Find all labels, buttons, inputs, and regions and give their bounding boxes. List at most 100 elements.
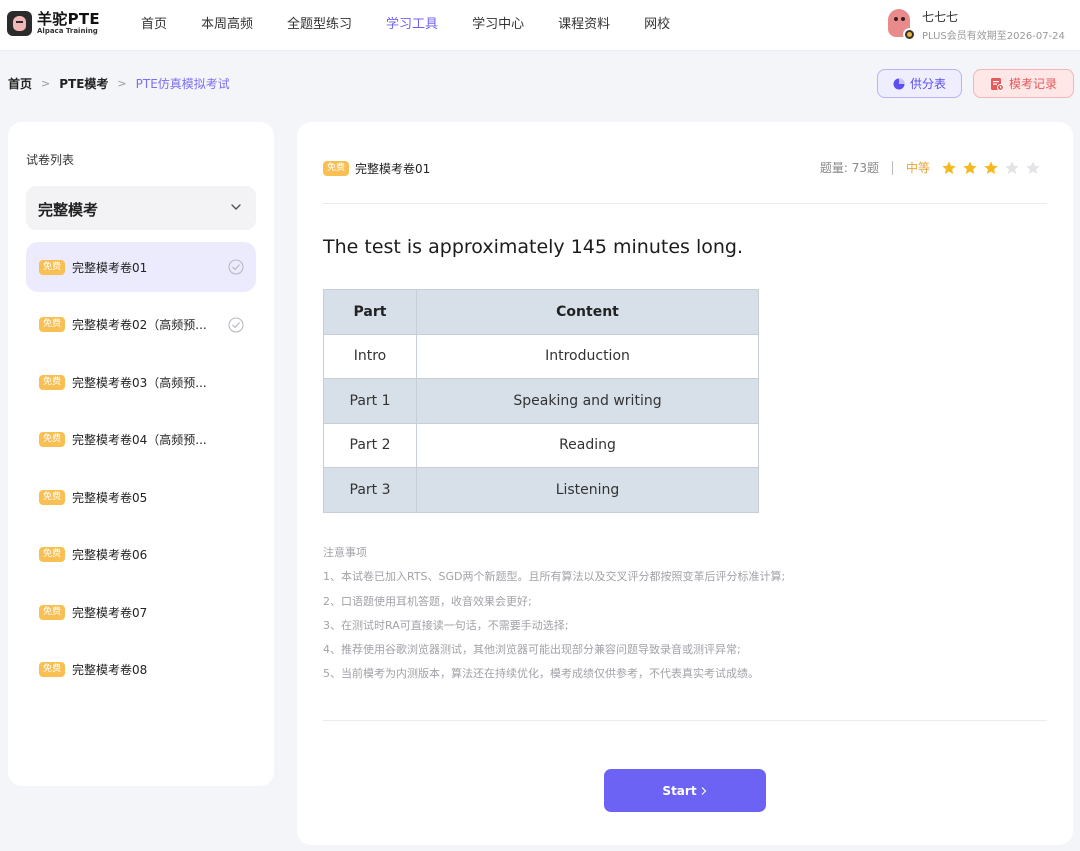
difficulty-stars — [936, 160, 1041, 176]
part-cell: Part 2 — [323, 422, 417, 468]
user-name: 七七七 — [922, 10, 959, 24]
free-tag: 免费 — [39, 259, 66, 275]
breadcrumb-separator-icon: > — [117, 77, 127, 90]
paper-meta: 题量: 73题 中等 — [820, 159, 1041, 176]
note-item: 5、当前模考为内测版本，算法还在持续优化，模考成绩仅供参考，不代表真实考试成绩。 — [323, 667, 759, 681]
score-table-button[interactable]: 供分表 — [877, 69, 962, 98]
notes: 注意事项 1、本试卷已加入RTS、SGD两个新题型。且所有算法以及交叉评分都按照… — [323, 541, 785, 687]
note-item: 3、在测试时RA可直接读一句话，不需要手动选择; — [323, 618, 569, 632]
part-cell: Part 1 — [323, 378, 417, 424]
score-table-label: 供分表 — [909, 77, 946, 91]
footer-divider — [323, 720, 1047, 721]
vip-badge-icon — [903, 28, 916, 41]
paper-list-sidebar: 试卷列表 完整模考 免费 完整模考卷01 免费 完整模考卷02（高频预... 免费 完整模… — [8, 122, 274, 786]
pie-chart-icon — [893, 78, 905, 89]
paper-list-item[interactable]: 免费 完整模考卷03（高频预... — [26, 357, 256, 407]
free-tag: 免费 — [39, 604, 66, 620]
check-circle-icon — [228, 259, 244, 275]
main-nav: 首页 本周高频 全题型练习 学习工具 学习中心 课程资料 网校 — [124, 0, 687, 51]
top-bar: 羊驼PTE Alpaca Training 首页 本周高频 全题型练习 学习工具 学习中… — [0, 0, 1080, 51]
star-empty-icon — [1025, 160, 1041, 176]
breadcrumb-separator-icon: > — [41, 77, 51, 90]
paper-list-item[interactable]: 免费 完整模考卷01 — [26, 242, 256, 292]
note-item: 4、推荐使用谷歌浏览器测试，其他浏览器可能出现部分兼容问题导致录音或测评异常; — [323, 643, 741, 657]
check-circle-icon — [228, 316, 244, 333]
table-header-row: Part Content — [323, 289, 759, 335]
nav-item-3[interactable]: 全题型练习 — [270, 0, 369, 51]
table-row: Part 2 Reading — [323, 422, 759, 468]
paper-name: 完整模考卷02（高频预... — [72, 318, 207, 332]
notes-title: 注意事项 — [323, 546, 367, 559]
free-tag: 免费 — [39, 489, 66, 505]
start-label: Start — [662, 783, 697, 798]
start-button[interactable]: Start — [604, 769, 766, 812]
table-row: Part 3 Listening — [323, 467, 759, 513]
table-header-part: Part — [323, 289, 417, 335]
part-cell: Intro — [323, 333, 417, 379]
meta-divider — [891, 160, 893, 175]
chevron-right-icon — [701, 786, 706, 795]
free-tag: 免费 — [39, 432, 66, 447]
breadcrumb: 首页 > PTE模考 > PTE仿真模拟考试 — [8, 75, 230, 92]
question-count: 题量: 73题 — [819, 161, 879, 175]
difficulty-level: 中等 — [905, 161, 930, 175]
paper-list-item[interactable]: 免费 完整模考卷05 — [26, 472, 256, 522]
breadcrumb-home[interactable]: 首页 — [8, 75, 32, 92]
part-cell: Part 3 — [323, 467, 417, 513]
nav-item-4[interactable]: 学习工具 — [369, 0, 455, 51]
paper-list-item[interactable]: 免费 完整模考卷02（高频预... — [26, 300, 256, 350]
free-tag: 免费 — [39, 662, 66, 677]
logo-subtitle: Alpaca Training — [37, 27, 98, 35]
note-item: 2、口语题使用耳机答题，收音效果会更好; — [323, 594, 532, 608]
record-list-icon — [990, 77, 1004, 91]
exam-records-button[interactable]: 模考记录 — [973, 69, 1074, 98]
paper-name: 完整模考卷04（高频预... — [72, 433, 207, 447]
header-divider — [323, 203, 1047, 204]
free-tag: 免费 — [323, 161, 350, 176]
category-selected-value: 完整模考 — [38, 201, 99, 219]
nav-item-1[interactable]: 首页 — [124, 0, 184, 51]
breadcrumb-current: PTE仿真模拟考试 — [135, 77, 230, 91]
exam-detail-panel: 免费 完整模考卷01 题量: 73题 中等 The test is approx… — [297, 122, 1073, 845]
content-cell: Speaking and writing — [416, 378, 759, 424]
paper-title: 完整模考卷01 — [355, 162, 431, 176]
star-filled-icon — [983, 160, 999, 176]
nav-item-7[interactable]: 网校 — [627, 0, 687, 51]
content-cell: Reading — [416, 422, 759, 468]
breadcrumb-mock-exam[interactable]: PTE模考 — [59, 75, 108, 92]
content-cell: Listening — [416, 467, 759, 513]
paper-name: 完整模考卷05 — [72, 490, 148, 505]
test-parts-table: Part Content Intro Introduction Part 1 Spea… — [323, 289, 759, 513]
sidebar-title: 试卷列表 — [26, 153, 75, 167]
paper-name: 完整模考卷08 — [72, 663, 148, 677]
table-row: Intro Introduction — [323, 333, 759, 379]
free-tag: 免费 — [39, 374, 66, 390]
membership-expiry: PLUS会员有效期至2026-07-24 — [922, 31, 1065, 42]
alpaca-logo-icon — [7, 11, 32, 36]
star-empty-icon — [1004, 160, 1020, 176]
nav-item-2[interactable]: 本周高频 — [184, 0, 270, 51]
table-header-content: Content — [416, 289, 759, 335]
logo[interactable]: 羊驼PTE Alpaca Training — [7, 11, 100, 36]
user-info[interactable]: 七七七 PLUS会员有效期至2026-07-24 — [884, 7, 1074, 43]
paper-list-item[interactable]: 免费 完整模考卷07 — [26, 587, 256, 637]
note-item: 1、本试卷已加入RTS、SGD两个新题型。且所有算法以及交叉评分都按照变革后评分… — [323, 570, 786, 584]
content-cell: Introduction — [416, 333, 759, 379]
paper-list-item[interactable]: 免费 完整模考卷08 — [26, 645, 256, 695]
paper-name: 完整模考卷01 — [72, 260, 148, 275]
exam-records-label: 模考记录 — [1008, 77, 1057, 91]
test-duration-heading: The test is approximately 145 minutes lo… — [323, 236, 743, 258]
paper-name: 完整模考卷06 — [72, 548, 148, 562]
paper-list-item[interactable]: 免费 完整模考卷04（高频预... — [26, 415, 256, 465]
paper-list-item[interactable]: 免费 完整模考卷06 — [26, 530, 256, 580]
paper-name: 完整模考卷03（高频预... — [72, 375, 207, 390]
table-row: Part 1 Speaking and writing — [323, 378, 759, 424]
chevron-down-icon — [231, 204, 241, 210]
category-select[interactable]: 完整模考 — [26, 186, 256, 230]
free-tag: 免费 — [39, 547, 66, 562]
free-tag: 免费 — [39, 317, 66, 332]
nav-item-5[interactable]: 学习中心 — [455, 0, 541, 51]
avatar[interactable] — [884, 7, 916, 41]
nav-item-6[interactable]: 课程资料 — [541, 0, 627, 51]
star-filled-icon — [962, 160, 978, 176]
